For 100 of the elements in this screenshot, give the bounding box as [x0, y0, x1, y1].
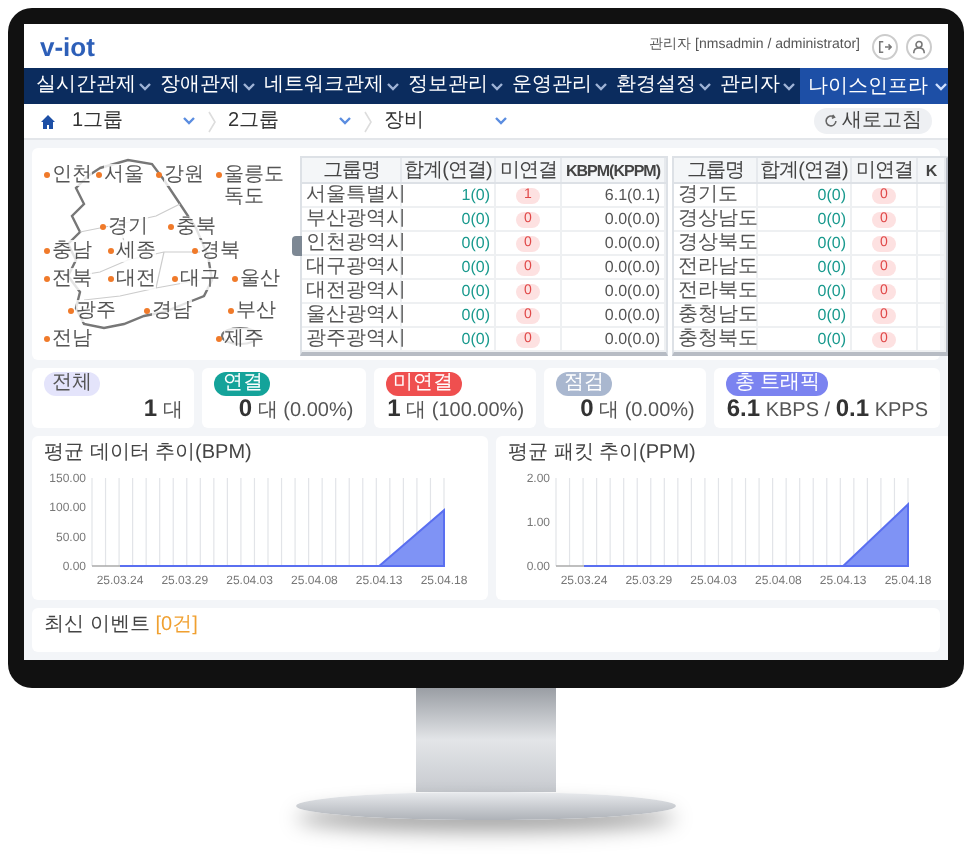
- group-select[interactable]: 1그룹: [68, 106, 200, 136]
- region-label: 강원: [164, 164, 204, 186]
- collapse-handle[interactable]: [292, 236, 302, 256]
- table-cell: 0(0): [461, 231, 490, 255]
- table-cell: 경기도: [678, 183, 738, 207]
- table-cell: 울산광역시: [306, 303, 406, 327]
- region-label: 광주: [76, 300, 116, 322]
- menu-item[interactable]: 실시간관제: [32, 68, 156, 104]
- logout-icon: [878, 39, 892, 53]
- table-cell: 0(0): [461, 255, 490, 279]
- table-cell: 0.0(0.0): [604, 207, 660, 231]
- table-cell: 0.0(0.0): [604, 303, 660, 327]
- table-cell: 충청남도: [678, 303, 758, 327]
- menu-item[interactable]: 정보관리: [404, 68, 508, 104]
- user-icon: [912, 39, 926, 53]
- region-label: 경북: [200, 240, 240, 262]
- region-label: 세종: [116, 240, 156, 262]
- table-cell: 서울특별시: [306, 183, 406, 207]
- caret-icon: [386, 81, 400, 91]
- logo: v-iot: [40, 33, 95, 59]
- region-label: 전남: [52, 328, 92, 350]
- caret-icon: [182, 116, 196, 126]
- refresh-icon: [824, 114, 838, 128]
- table-cell: 0(0): [817, 231, 846, 255]
- stat-value: 1 대: [143, 396, 183, 424]
- table-cell: 대전광역시: [306, 279, 406, 303]
- table-cell: 0(0): [817, 327, 846, 351]
- table-cell: 0(0): [817, 303, 846, 327]
- region-label: 충남: [52, 240, 92, 262]
- column-header: KBPM(KPPM): [562, 158, 666, 182]
- menu-item[interactable]: 네트워크관제: [260, 68, 404, 104]
- table-cell: 광주광역시: [306, 327, 406, 351]
- table-cell: 0.0(0.0): [604, 327, 660, 351]
- group-select[interactable]: 장비: [380, 106, 512, 136]
- column-header: 합계(연결): [402, 158, 496, 182]
- stat-value: 6.1 KBPS / 0.1 KPPS: [726, 396, 929, 424]
- status-tag: 총 트래픽: [726, 372, 829, 396]
- table-cell: 0(0): [817, 183, 846, 207]
- caret-icon: [698, 81, 712, 91]
- events-title: 최신 이벤트: [44, 614, 150, 638]
- column-header: 합계(연결): [758, 158, 852, 182]
- company-menu[interactable]: 나이스인프라: [800, 68, 948, 104]
- region-label: 제주: [224, 328, 264, 350]
- table-cell: 인천광역시: [306, 231, 406, 255]
- table-cell: 0(0): [461, 303, 490, 327]
- table-cell: 6.1(0.1): [604, 183, 660, 207]
- table-cell: 0(0): [461, 279, 490, 303]
- chevron-icon: [208, 109, 216, 133]
- refresh-button[interactable]: 새로고침: [814, 108, 932, 134]
- stat-value: 1 대 (100.00%): [387, 396, 525, 424]
- menu-item[interactable]: 관리자: [716, 68, 800, 104]
- table-cell: 1(0): [461, 183, 490, 207]
- table-cell: 0.0(0.0): [604, 231, 660, 255]
- status-tag: 점검: [556, 372, 613, 396]
- caret-icon: [594, 81, 608, 91]
- caret-icon: [494, 116, 508, 126]
- table-cell: 경상북도: [678, 231, 758, 255]
- column-header: 미연결: [852, 158, 918, 182]
- table-cell: 0(0): [817, 207, 846, 231]
- status-tag: 미연결: [385, 372, 462, 396]
- logout-button[interactable]: [872, 33, 898, 59]
- table-cell: 0(0): [817, 255, 846, 279]
- table-cell: 0.0(0.0): [604, 279, 660, 303]
- table-cell: 0.0(0.0): [604, 255, 660, 279]
- table-cell: 0(0): [817, 279, 846, 303]
- chart-title: 평균 데이터 추이(BPM): [44, 442, 254, 466]
- chart-title: 평균 패킷 추이(PPM): [508, 442, 698, 466]
- stat-value: 0 대 (0.00%): [580, 396, 695, 424]
- chevron-icon: [364, 109, 372, 133]
- region-label: 울산: [240, 268, 280, 290]
- caret-icon: [490, 81, 504, 91]
- monitor-stand: [416, 688, 556, 792]
- region-label: 서울: [104, 164, 144, 186]
- table-cell: 0(0): [461, 327, 490, 351]
- region-label: 경기: [108, 216, 148, 238]
- table-cell: 경상남도: [678, 207, 758, 231]
- region-label: 인천: [52, 164, 92, 186]
- caret-icon: [338, 116, 352, 126]
- table-cell: 대구광역시: [306, 255, 406, 279]
- menu-item[interactable]: 환경설정: [612, 68, 716, 104]
- region-label: 부산: [236, 300, 276, 322]
- menu-item[interactable]: 장애관제: [156, 68, 260, 104]
- column-header: 미연결: [496, 158, 562, 182]
- table-cell: 0(0): [461, 207, 490, 231]
- column-header: 그룹명: [674, 158, 758, 182]
- table-cell: 충청북도: [678, 327, 758, 351]
- event-count: [0건]: [155, 614, 198, 638]
- status-tag: 연결: [214, 372, 271, 396]
- column-header: 그룹명: [302, 158, 402, 182]
- table-cell: 전라남도: [678, 255, 758, 279]
- home-icon: [40, 113, 56, 129]
- region-label: 전북: [52, 268, 92, 290]
- menu-item[interactable]: 운영관리: [508, 68, 612, 104]
- region-label: 대구: [180, 268, 220, 290]
- caret-icon: [934, 81, 948, 91]
- group-select[interactable]: 2그룹: [224, 106, 356, 136]
- caret-icon: [782, 81, 796, 91]
- user-button[interactable]: [906, 33, 932, 59]
- region-label: 울릉도 독도: [224, 164, 288, 208]
- table-cell: 전라북도: [678, 279, 758, 303]
